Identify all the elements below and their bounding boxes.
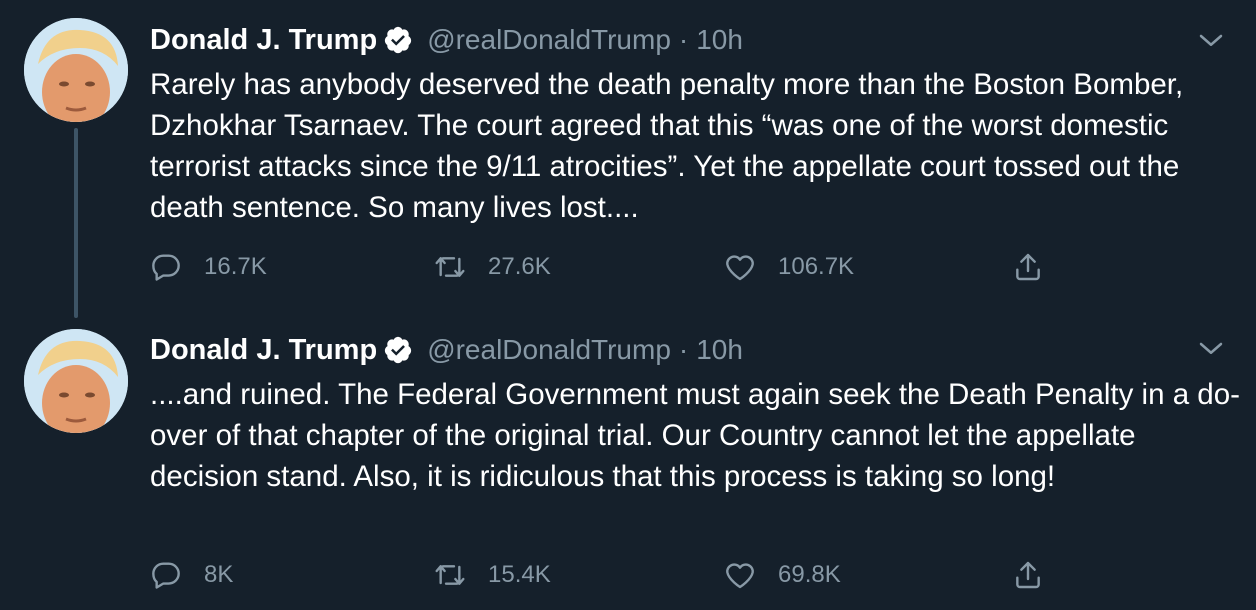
like-button[interactable]: 106.7K <box>724 247 854 287</box>
tweet-header: Donald J. Trump @realDonaldTrump · 10h <box>150 330 743 370</box>
retweet-icon <box>435 565 465 585</box>
author-handle[interactable]: @realDonaldTrump <box>427 334 671 366</box>
tweet-header: Donald J. Trump @realDonaldTrump · 10h <box>150 20 743 60</box>
author-handle[interactable]: @realDonaldTrump <box>427 24 671 56</box>
heart-icon <box>726 563 754 589</box>
share-icon <box>1016 561 1040 589</box>
tweet-actions: 16.7K 27.6K 106.7K <box>150 247 1070 287</box>
heart-icon <box>726 255 754 281</box>
tweet-time[interactable]: 10h <box>696 24 743 56</box>
tweet-text: ....and ruined. The Federal Government m… <box>150 378 1240 493</box>
author-name[interactable]: Donald J. Trump <box>150 24 377 57</box>
chevron-down-icon[interactable] <box>1196 334 1226 364</box>
reply-button[interactable]: 16.7K <box>150 247 267 287</box>
separator-dot: · <box>678 334 689 365</box>
reply-count: 16.7K <box>204 253 267 280</box>
like-count: 69.8K <box>778 561 841 588</box>
reply-count: 8K <box>204 561 234 588</box>
retweet-icon <box>435 257 465 277</box>
retweet-count: 15.4K <box>488 561 551 588</box>
share-button[interactable] <box>1012 247 1044 287</box>
share-button[interactable] <box>1012 555 1044 595</box>
tweet-actions: 8K 15.4K 69.8K <box>150 555 1070 595</box>
like-button[interactable]: 69.8K <box>724 555 841 595</box>
reply-icon <box>152 254 180 281</box>
like-count: 106.7K <box>778 253 855 280</box>
reply-icon <box>152 562 180 589</box>
avatar[interactable] <box>24 18 128 122</box>
verified-badge-icon <box>385 26 412 54</box>
tweet[interactable]: Donald J. Trump @realDonaldTrump · 10h .… <box>0 310 1256 610</box>
retweet-button[interactable]: 15.4K <box>434 555 551 595</box>
author-name[interactable]: Donald J. Trump <box>150 334 377 367</box>
tweet-text: Rarely has anybody deserved the death pe… <box>150 68 1184 224</box>
retweet-button[interactable]: 27.6K <box>434 247 551 287</box>
avatar-image <box>24 329 128 433</box>
verified-badge-icon <box>385 336 412 364</box>
avatar-image <box>24 18 128 122</box>
separator-dot: · <box>678 24 689 55</box>
chevron-down-icon[interactable] <box>1196 26 1226 56</box>
tweet[interactable]: Donald J. Trump @realDonaldTrump · 10h R… <box>0 0 1256 318</box>
retweet-count: 27.6K <box>488 253 551 280</box>
avatar[interactable] <box>24 329 128 433</box>
tweet-time[interactable]: 10h <box>696 334 743 366</box>
reply-button[interactable]: 8K <box>150 555 233 595</box>
thread-line <box>74 128 78 318</box>
share-icon <box>1016 253 1040 281</box>
